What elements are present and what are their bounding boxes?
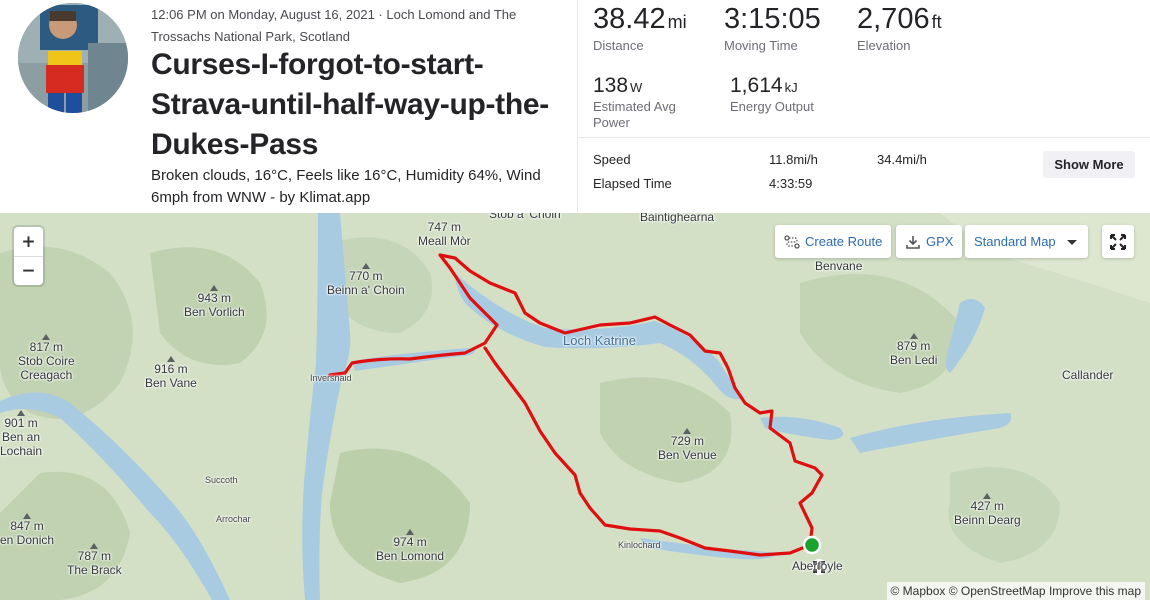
zoom-controls: + − bbox=[14, 227, 43, 285]
moving-time-value: 3:15:05 bbox=[724, 3, 821, 35]
distance-value: 38.42 bbox=[593, 3, 666, 35]
activity-header: 12:06 PM on Monday, August 16, 2021 · Lo… bbox=[0, 0, 1150, 213]
distance-unit: mi bbox=[667, 12, 687, 32]
power-label: Estimated Avg Power bbox=[593, 99, 676, 130]
peak-label: 943 m Ben Vorlich bbox=[184, 285, 245, 319]
terrain-layer bbox=[0, 213, 1150, 600]
moving-time-stat: 3:15:05 Moving Time bbox=[724, 2, 821, 54]
peak-label: 770 m Beinn a' Choin bbox=[327, 263, 405, 297]
speed-label: Speed bbox=[593, 152, 631, 167]
energy-unit: kJ bbox=[784, 80, 798, 95]
download-icon bbox=[906, 235, 920, 249]
osm-attribution-link[interactable]: © OpenStreetMap bbox=[949, 584, 1046, 598]
energy-value: 1,614 bbox=[730, 74, 783, 97]
place-label: Succoth bbox=[205, 475, 238, 485]
gpx-label: GPX bbox=[926, 234, 954, 249]
energy-stat: 1,614 kJ Energy Output bbox=[730, 73, 840, 115]
start-marker[interactable] bbox=[802, 535, 822, 555]
distance-stat: 38.42 mi Distance bbox=[593, 2, 687, 54]
energy-label: Energy Output bbox=[730, 99, 814, 114]
place-label: Inversnaid bbox=[310, 373, 352, 383]
map-attribution: © Mapbox © OpenStreetMap Improve this ma… bbox=[886, 582, 1145, 600]
zoom-out-button[interactable]: − bbox=[14, 256, 43, 285]
fullscreen-button[interactable] bbox=[1102, 225, 1134, 258]
fullscreen-icon bbox=[1110, 233, 1126, 250]
place-label: Callander bbox=[1062, 368, 1114, 382]
mapbox-attribution-link[interactable]: © Mapbox bbox=[891, 584, 946, 598]
place-label: Stob a' Choin bbox=[489, 213, 561, 221]
power-unit: W bbox=[630, 80, 643, 95]
place-label: Aberfoyle bbox=[792, 559, 843, 573]
peak-label: 427 m Beinn Dearg bbox=[954, 493, 1021, 527]
power-value: 138 bbox=[593, 74, 629, 97]
activity-title: Curses-I-forgot-to-start-Strava-until-ha… bbox=[151, 48, 549, 161]
power-stat: 138 W Estimated Avg Power bbox=[593, 73, 703, 131]
show-more-button[interactable]: Show More bbox=[1043, 151, 1135, 178]
loch-label: Loch Katrine bbox=[563, 333, 636, 348]
gpx-download-button[interactable]: GPX bbox=[896, 225, 963, 258]
create-route-button[interactable]: Create Route bbox=[775, 225, 892, 258]
peak-label: 729 m Ben Venue bbox=[658, 428, 717, 462]
peak-label: 817 m Stob Coire Creagach bbox=[18, 334, 75, 382]
route-map[interactable]: Stob a' Choin Baintighearna 747 m Meall M… bbox=[0, 213, 1150, 600]
elevation-unit: ft bbox=[931, 12, 942, 32]
peak-label: 847 m en Donich bbox=[0, 513, 54, 547]
peak-label: 974 m Ben Lomond bbox=[376, 529, 444, 563]
chevron-down-icon bbox=[1066, 239, 1077, 245]
speed-max: 34.4mi/h bbox=[877, 152, 927, 167]
map-style-label: Standard Map bbox=[974, 234, 1056, 249]
peak-label: 747 m Meall Mòr bbox=[418, 220, 471, 248]
map-style-dropdown[interactable]: Standard Map bbox=[965, 225, 1088, 258]
create-route-label: Create Route bbox=[805, 234, 883, 249]
place-label: Kinlochard bbox=[618, 540, 661, 550]
elapsed-time-label: Elapsed Time bbox=[593, 176, 672, 191]
place-label: Benvane bbox=[815, 259, 863, 273]
peak-label: 901 m Ben an Lochain bbox=[0, 410, 42, 458]
peak-label: 879 m Ben Ledi bbox=[890, 333, 937, 367]
elevation-stat: 2,706 ft Elevation bbox=[857, 2, 942, 54]
activity-description: Broken clouds, 16°C, Feels like 16°C, Hu… bbox=[151, 167, 541, 206]
moving-time-label: Moving Time bbox=[724, 38, 798, 53]
distance-label: Distance bbox=[593, 38, 644, 53]
elevation-label: Elevation bbox=[857, 38, 911, 53]
route-icon bbox=[784, 234, 800, 249]
elevation-value: 2,706 bbox=[857, 3, 930, 35]
activity-meta: 12:06 PM on Monday, August 16, 2021 · Lo… bbox=[151, 7, 517, 44]
improve-map-link[interactable]: Improve this map bbox=[1049, 584, 1141, 598]
zoom-in-button[interactable]: + bbox=[14, 227, 43, 256]
elapsed-time-value: 4:33:59 bbox=[769, 176, 813, 191]
peak-label: 916 m Ben Vane bbox=[145, 356, 197, 390]
stats-divider bbox=[578, 137, 1150, 138]
peak-label: 787 m The Brack bbox=[67, 543, 122, 577]
speed-avg: 11.8mi/h bbox=[769, 152, 818, 167]
place-label: Arrochar bbox=[216, 514, 251, 524]
athlete-avatar[interactable] bbox=[18, 3, 128, 113]
place-label: Baintighearna bbox=[640, 213, 715, 224]
stats-panel: 38.42 mi Distance 3:15:05 Moving Time 2,7… bbox=[577, 0, 1150, 213]
